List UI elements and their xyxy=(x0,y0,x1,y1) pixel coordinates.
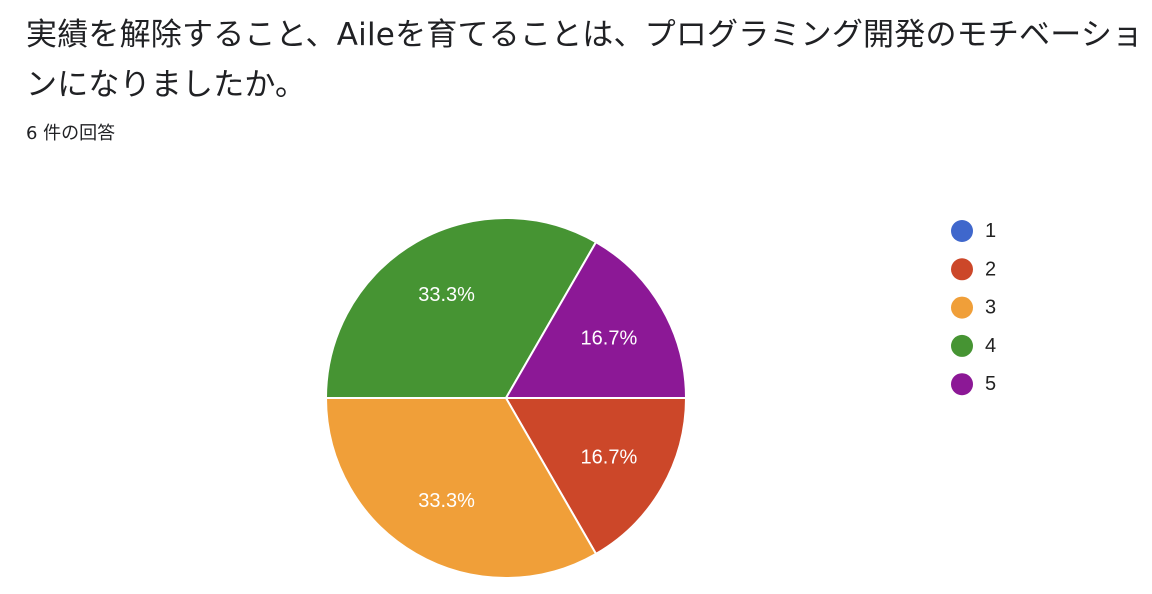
legend-item-2[interactable]: 2 xyxy=(951,258,996,281)
legend-label-3: 3 xyxy=(985,297,996,319)
legend-swatch-3 xyxy=(951,296,973,319)
legend-swatch-2 xyxy=(951,258,973,281)
legend-item-1[interactable]: 1 xyxy=(951,220,996,242)
legend-label-4: 4 xyxy=(985,335,996,357)
pie-chart: 16.7% 33.3% 33.3% 16.7% 1 2 3 4 5 xyxy=(324,217,996,579)
pie-slice-label-4: 33.3% xyxy=(418,284,475,306)
legend-swatch-5 xyxy=(951,373,973,396)
pie-slice-label-5: 16.7% xyxy=(581,328,638,350)
legend-label-5: 5 xyxy=(985,373,996,395)
legend-item-4[interactable]: 4 xyxy=(951,334,996,357)
legend-label-2: 2 xyxy=(985,258,996,280)
legend-swatch-1 xyxy=(951,220,973,242)
pie-slice-label-2: 16.7% xyxy=(581,446,638,468)
legend-item-5[interactable]: 5 xyxy=(951,373,996,396)
pie-slice-label-3: 33.3% xyxy=(418,490,475,512)
legend-label-1: 1 xyxy=(985,220,996,242)
pie-slices xyxy=(324,217,688,579)
legend-item-3[interactable]: 3 xyxy=(951,296,996,319)
legend-swatch-4 xyxy=(951,334,973,357)
legend: 1 2 3 4 5 xyxy=(951,220,996,396)
